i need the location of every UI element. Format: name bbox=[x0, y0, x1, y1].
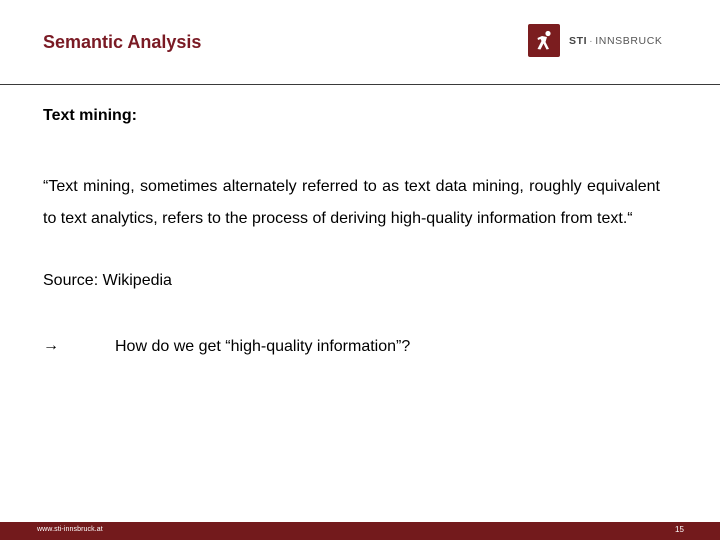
section-heading: Text mining: bbox=[43, 107, 137, 124]
question-text: How do we get “high-quality information”… bbox=[115, 338, 411, 355]
slide-title: Semantic Analysis bbox=[43, 32, 202, 52]
running-figure-icon bbox=[528, 24, 560, 57]
sti-innsbruck-logo: STI · INNSBRUCK bbox=[528, 24, 663, 57]
footer-bar: www.sti-innsbruck.at 15 bbox=[0, 522, 720, 540]
logo-brand-rest: INNSBRUCK bbox=[595, 34, 663, 47]
logo-wordmark: STI · INNSBRUCK bbox=[569, 35, 663, 47]
source-citation: Source: Wikipedia bbox=[43, 272, 172, 289]
footer-url-link[interactable]: www.sti-innsbruck.at bbox=[37, 526, 103, 533]
logo-brand-bold: STI bbox=[569, 34, 588, 47]
arrow-right-icon: → bbox=[43, 337, 59, 354]
header-divider bbox=[0, 84, 720, 85]
definition-quote: “Text mining, sometimes alternately refe… bbox=[43, 178, 660, 227]
logo-separator: · bbox=[589, 34, 594, 47]
page-number: 15 bbox=[675, 525, 684, 534]
